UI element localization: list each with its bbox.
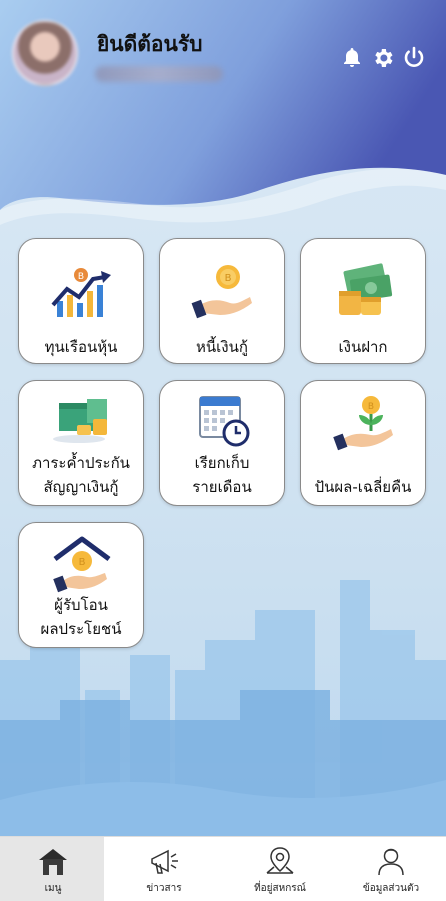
nav-label: ข่าวสาร — [146, 883, 182, 894]
plant-coin-icon: B — [333, 396, 393, 451]
menu-item-deposit[interactable]: เงินฝาก — [300, 238, 426, 364]
svg-text:B: B — [78, 272, 84, 282]
bottom-nav: เมนู ข่าวสาร ที่อยู่สหกรณ์ ข้อมูลส่วนตัว — [0, 836, 446, 901]
map-pin-icon — [266, 847, 294, 874]
bell-icon[interactable] — [340, 46, 364, 70]
user-name-blurred — [95, 66, 223, 82]
megaphone-icon — [151, 849, 178, 874]
calendar-clock-icon — [199, 396, 250, 447]
svg-text:B: B — [225, 273, 232, 284]
nav-label: ข้อมูลส่วนตัว — [362, 883, 420, 894]
home-icon — [39, 849, 67, 875]
nav-label: เมนู — [44, 883, 62, 894]
menu-item-beneficiary[interactable]: B ผู้รับโอน ผลประโยชน์ — [18, 522, 144, 648]
avatar[interactable] — [12, 20, 78, 86]
svg-text:B: B — [79, 557, 86, 568]
menu-item-dividend[interactable]: B ปันผล-เฉลี่ยคืน — [300, 380, 426, 506]
menu-item-monthly-collection[interactable]: เรียกเก็บ รายเดือน — [159, 380, 285, 506]
menu-item-label: ปันผล-เฉลี่ยคืน — [314, 478, 412, 496]
menu-item-label: ภาระค้ำประกัน — [32, 454, 130, 472]
menu-item-loan-debt[interactable]: B หนี้เงินกู้ — [159, 238, 285, 364]
menu-item-share-capital[interactable]: B ทุนเรือนหุ้น — [18, 238, 144, 364]
money-stack-icon — [339, 263, 393, 315]
nav-item-profile[interactable]: ข้อมูลส่วนตัว — [346, 837, 436, 901]
header: ยินดีต้อนรับ — [0, 0, 446, 220]
nav-item-menu[interactable]: เมนู — [8, 837, 98, 901]
nav-label: ที่อยู่สหกรณ์ — [254, 883, 306, 894]
menu-item-label: ผู้รับโอน — [54, 596, 108, 614]
menu-item-label: หนี้เงินกู้ — [196, 338, 248, 356]
menu-item-label-2: ผลประโยชน์ — [40, 620, 122, 638]
menu-item-label-2: สัญญาเงินกู้ — [43, 478, 119, 496]
welcome-title: ยินดีต้อนรับ — [97, 32, 203, 56]
svg-text:B: B — [368, 402, 374, 412]
menu-item-label: เรียกเก็บ — [194, 454, 250, 472]
user-icon — [378, 848, 404, 876]
power-icon[interactable] — [402, 46, 426, 70]
menu-item-label-2: รายเดือน — [192, 478, 252, 496]
money-box-icon — [53, 399, 107, 443]
stock-chart-icon: B — [51, 268, 111, 317]
nav-item-address[interactable]: ที่อยู่สหกรณ์ — [235, 837, 325, 901]
menu-item-label: เงินฝาก — [338, 338, 388, 356]
menu-item-label: ทุนเรือนหุ้น — [44, 338, 118, 356]
nav-item-news[interactable]: ข่าวสาร — [119, 837, 209, 901]
house-coin-icon: B — [53, 536, 111, 593]
coin-hand-icon: B — [191, 265, 252, 319]
gear-icon[interactable] — [371, 46, 395, 70]
menu-item-loan-guarantee[interactable]: ภาระค้ำประกัน สัญญาเงินกู้ — [18, 380, 144, 506]
